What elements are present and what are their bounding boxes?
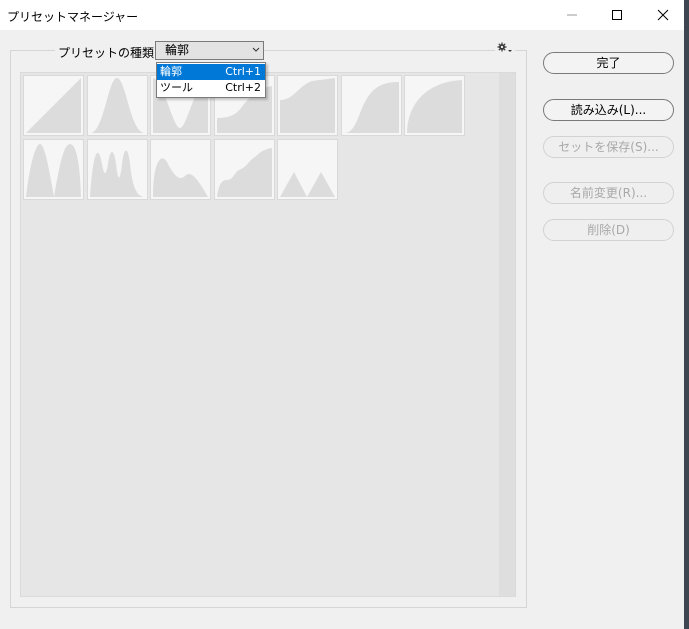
delete-button[interactable]: 削除(D) <box>543 219 674 241</box>
contour-curve <box>26 143 81 197</box>
preset-tile[interactable] <box>404 75 465 136</box>
contour-curve <box>89 150 145 197</box>
preset-tile[interactable] <box>213 138 275 200</box>
window-title: プリセットマネージャー <box>7 10 139 24</box>
dropdown-item-label: ツール <box>160 81 193 94</box>
preset-type-label: プリセットの種類 : <box>55 44 165 61</box>
dropdown-item-label: 輪郭 <box>160 65 182 78</box>
contour-curve <box>89 78 145 133</box>
gear-icon <box>497 42 512 52</box>
minimize-icon <box>567 14 577 16</box>
preset-tile[interactable] <box>86 138 148 200</box>
contour-curve <box>26 78 81 133</box>
preset-tile[interactable] <box>23 75 84 136</box>
rounded-steps-contour-icon <box>216 147 272 197</box>
settings-menu-button[interactable] <box>495 39 515 58</box>
maximize-button[interactable] <box>594 0 640 30</box>
linear-contour-icon <box>26 78 81 133</box>
close-button[interactable] <box>640 0 686 30</box>
cove-shallow-contour-icon <box>280 78 335 133</box>
background-edge <box>684 0 689 629</box>
preset-tile[interactable] <box>23 138 84 200</box>
preset-tile[interactable] <box>277 75 338 136</box>
sawtooth-contour-icon <box>280 171 335 197</box>
half-round-contour-icon <box>407 80 462 133</box>
minimize-button[interactable] <box>549 0 595 30</box>
dropdown-item-shortcut: Ctrl+2 <box>225 81 261 94</box>
preset-manager-window: プリセットマネージャー プリセットの種類 : 輪郭 輪郭 Ctrl+1 ツール … <box>0 0 684 629</box>
cone-contour-icon <box>89 78 145 133</box>
dropdown-item-shortcut: Ctrl+1 <box>225 65 261 78</box>
gaussian-contour-icon <box>343 82 399 133</box>
maximize-icon <box>612 10 622 20</box>
preset-tile[interactable] <box>277 138 338 200</box>
preset-tile[interactable] <box>150 138 211 200</box>
dropdown-item-contour[interactable]: 輪郭 Ctrl+1 <box>157 64 265 80</box>
ring-double-contour-icon <box>89 150 145 197</box>
load-button[interactable]: 読み込み(L)... <box>543 99 674 121</box>
preset-list <box>20 72 516 597</box>
dropdown-item-tools[interactable]: ツール Ctrl+2 <box>157 80 265 96</box>
contour-curve <box>407 80 462 133</box>
rename-button[interactable]: 名前変更(R)... <box>543 182 674 204</box>
preset-tile[interactable] <box>340 75 402 136</box>
rolling-slope-contour-icon <box>153 157 208 197</box>
preset-type-value: 輪郭 <box>165 43 190 57</box>
title-bar: プリセットマネージャー <box>0 0 684 30</box>
contour-curve <box>343 82 399 133</box>
done-button[interactable]: 完了 <box>543 52 674 74</box>
ring-contour-icon <box>26 143 81 197</box>
preset-type-select[interactable]: 輪郭 <box>155 41 264 60</box>
contour-curve <box>280 78 335 133</box>
save-set-button[interactable]: セットを保存(S)... <box>543 136 674 158</box>
scrollbar[interactable] <box>499 73 515 596</box>
close-icon <box>657 9 669 21</box>
contour-curve <box>216 147 272 197</box>
contour-curve <box>280 171 335 197</box>
preset-tile[interactable] <box>86 75 148 136</box>
contour-curve <box>153 157 208 197</box>
preset-type-dropdown: 輪郭 Ctrl+1 ツール Ctrl+2 <box>156 62 266 98</box>
chevron-down-icon <box>252 47 260 52</box>
